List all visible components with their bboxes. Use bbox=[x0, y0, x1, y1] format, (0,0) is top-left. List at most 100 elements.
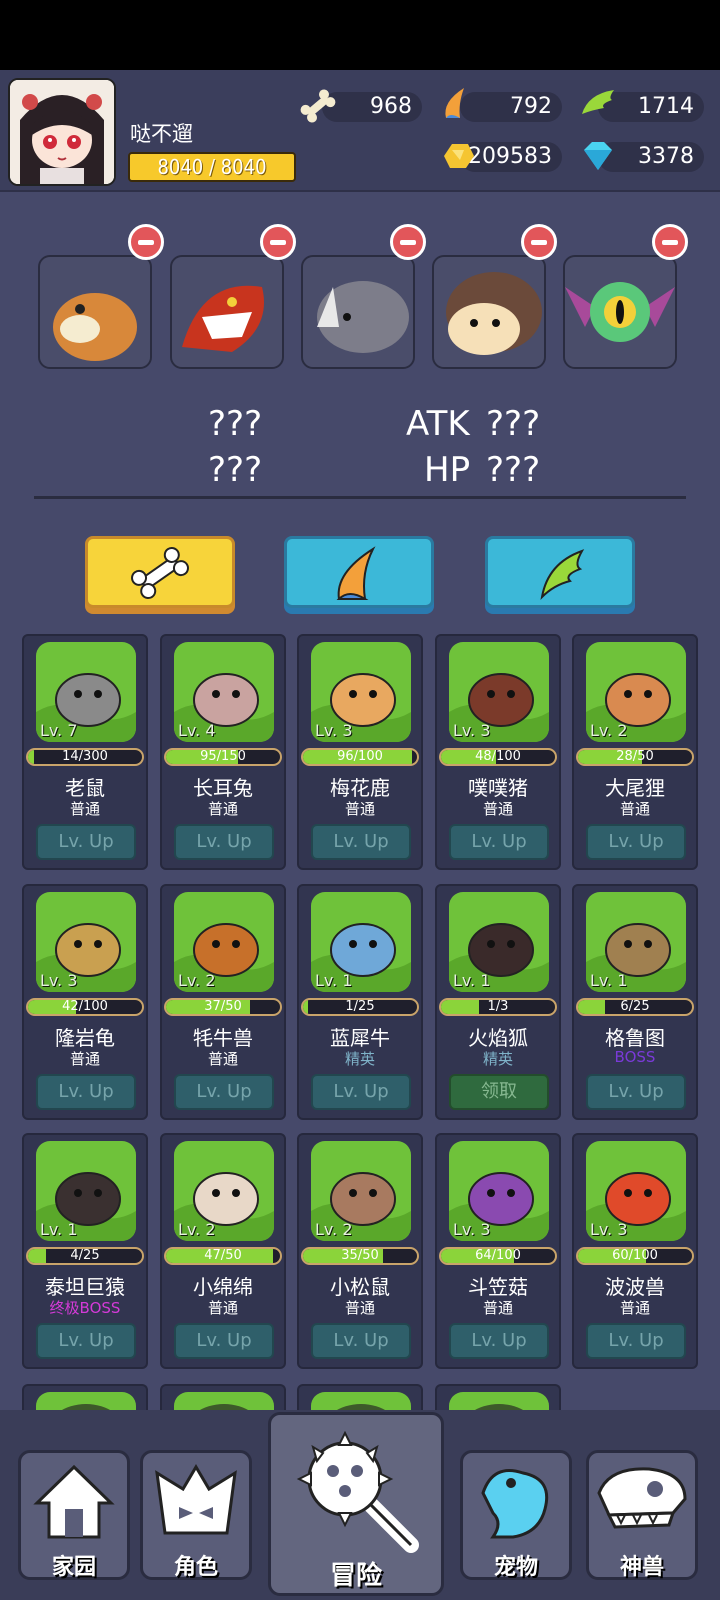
pet-xp-bar: 37/50 bbox=[164, 998, 282, 1016]
pet-card[interactable]: Lv. 4 95/150 长耳兔 普通 Lv. Up bbox=[160, 634, 286, 870]
pet-action-button[interactable]: Lv. Up bbox=[586, 1323, 686, 1359]
pet-name: 火焰狐 bbox=[468, 1026, 528, 1050]
pet-rank: 普通 bbox=[344, 1299, 375, 1317]
remove-slot-2-button[interactable] bbox=[260, 224, 296, 260]
pet-name: 老鼠 bbox=[65, 776, 105, 800]
pet-card[interactable]: Lv. 1 1/3 火焰狐 精英 领取 bbox=[435, 884, 561, 1120]
remove-slot-1-button[interactable] bbox=[128, 224, 164, 260]
pet-xp-text: 95/150 bbox=[200, 749, 246, 764]
pet-action-button[interactable]: Lv. Up bbox=[586, 824, 686, 860]
pet-action-button[interactable]: Lv. Up bbox=[174, 824, 274, 860]
pet-xp-bar: 1/3 bbox=[439, 998, 557, 1016]
pet-card[interactable]: Lv. 7 14/300 老鼠 普通 Lv. Up bbox=[22, 634, 148, 870]
pet-portrait: Lv. 4 bbox=[174, 642, 274, 742]
pet-action-button[interactable]: Lv. Up bbox=[311, 1074, 411, 1110]
team-slot-4[interactable] bbox=[432, 255, 546, 369]
player-header: 哒不遛 8040 / 8040 968 792 1714 209583 3378 bbox=[0, 70, 720, 192]
pet-action-button[interactable]: Lv. Up bbox=[586, 1074, 686, 1110]
pet-card[interactable]: Lv. 3 64/100 斗笠菇 普通 Lv. Up bbox=[435, 1133, 561, 1369]
team-slot-1[interactable] bbox=[38, 255, 152, 369]
pet-name: 泰坦巨猿 bbox=[45, 1275, 125, 1299]
pet-action-button[interactable]: Lv. Up bbox=[174, 1074, 274, 1110]
pet-action-button[interactable]: Lv. Up bbox=[36, 1074, 136, 1110]
pet-level: Lv. 7 bbox=[40, 721, 78, 740]
nav-character[interactable]: 角色 bbox=[140, 1450, 252, 1580]
pet-level: Lv. 1 bbox=[40, 1220, 78, 1239]
pet-xp-text: 64/100 bbox=[475, 1248, 521, 1263]
pet-card[interactable]: Lv. 1 6/25 格鲁图 BOSS Lv. Up bbox=[572, 884, 698, 1120]
pet-xp-text: 35/50 bbox=[341, 1248, 379, 1263]
nav-home[interactable]: 家园 bbox=[18, 1450, 130, 1580]
home-icon bbox=[33, 1464, 115, 1539]
pet-level: Lv. 3 bbox=[590, 1220, 628, 1239]
pet-xp-text: 42/100 bbox=[62, 999, 108, 1014]
pet-rank: 普通 bbox=[482, 1299, 513, 1317]
team-slot-3[interactable] bbox=[301, 255, 415, 369]
yak-pet-icon bbox=[40, 257, 150, 367]
remove-slot-3-button[interactable] bbox=[390, 224, 426, 260]
wing-icon bbox=[582, 90, 614, 114]
mace-icon bbox=[296, 1430, 419, 1553]
pet-action-button[interactable]: Lv. Up bbox=[36, 824, 136, 860]
nav-divine-beast[interactable]: 神兽 bbox=[586, 1450, 698, 1580]
pet-card[interactable]: Lv. 3 96/100 梅花鹿 普通 Lv. Up bbox=[297, 634, 423, 870]
nav-adventure[interactable]: 冒险 bbox=[268, 1412, 444, 1596]
pet-xp-bar: 95/150 bbox=[164, 748, 282, 766]
remove-slot-5-button[interactable] bbox=[652, 224, 688, 260]
wing-icon bbox=[540, 549, 585, 600]
team-slot-5[interactable] bbox=[563, 255, 677, 369]
pet-xp-text: 28/50 bbox=[616, 749, 654, 764]
pet-portrait: Lv. 3 bbox=[36, 892, 136, 992]
pet-xp-bar: 14/300 bbox=[26, 748, 144, 766]
pet-level: Lv. 2 bbox=[178, 1220, 216, 1239]
pet-card[interactable]: Lv. 1 1/25 蓝犀牛 精英 Lv. Up bbox=[297, 884, 423, 1120]
pet-rank: 普通 bbox=[344, 800, 375, 818]
bottom-nav: 家园 角色 冒险 宠物 神兽 bbox=[0, 1410, 720, 1600]
pet-name: 隆岩龟 bbox=[55, 1026, 115, 1050]
player-name: 哒不遛 bbox=[130, 122, 193, 146]
pet-card[interactable]: Lv. 2 37/50 牦牛兽 普通 Lv. Up bbox=[160, 884, 286, 1120]
pet-name: 蓝犀牛 bbox=[330, 1026, 390, 1050]
pet-rank: 普通 bbox=[207, 1299, 238, 1317]
team-slot-2[interactable] bbox=[170, 255, 284, 369]
pet-card[interactable]: Lv. 2 35/50 小松鼠 普通 Lv. Up bbox=[297, 1133, 423, 1369]
pet-action-button[interactable]: Lv. Up bbox=[449, 824, 549, 860]
pet-card[interactable]: Lv. 1 4/25 泰坦巨猿 终极BOSS Lv. Up bbox=[22, 1133, 148, 1369]
pet-action-button[interactable]: Lv. Up bbox=[174, 1323, 274, 1359]
pet-xp-bar: 60/100 bbox=[576, 1247, 694, 1265]
tab-wing[interactable] bbox=[485, 536, 635, 608]
nav-home-label: 家园 bbox=[51, 1555, 96, 1580]
pet-card[interactable]: Lv. 2 28/50 大尾狸 普通 Lv. Up bbox=[572, 634, 698, 870]
nav-pets[interactable]: 宠物 bbox=[460, 1450, 572, 1580]
nav-character-label: 角色 bbox=[173, 1555, 218, 1580]
divider bbox=[34, 496, 686, 499]
pet-card[interactable]: Lv. 3 48/100 噗噗猪 普通 Lv. Up bbox=[435, 634, 561, 870]
tab-horn[interactable] bbox=[284, 536, 434, 608]
pet-xp-bar: 4/25 bbox=[26, 1247, 144, 1265]
pet-xp-text: 14/300 bbox=[62, 749, 108, 764]
pet-action-button[interactable]: Lv. Up bbox=[311, 824, 411, 860]
stat-left-1: ??? bbox=[208, 404, 263, 444]
tab-bone[interactable] bbox=[85, 536, 235, 608]
pet-rank: 普通 bbox=[207, 1050, 238, 1068]
pet-action-button[interactable]: Lv. Up bbox=[449, 1323, 549, 1359]
hedgehog-pet-icon bbox=[434, 257, 544, 367]
pet-card[interactable]: Lv. 3 42/100 隆岩龟 普通 Lv. Up bbox=[22, 884, 148, 1120]
nav-adventure-label: 冒险 bbox=[329, 1561, 382, 1591]
pet-portrait: Lv. 2 bbox=[311, 1141, 411, 1241]
pet-rank: 普通 bbox=[69, 1050, 100, 1068]
pet-action-button[interactable]: Lv. Up bbox=[36, 1323, 136, 1359]
pet-action-button[interactable]: 领取 bbox=[449, 1074, 549, 1110]
pet-action-button[interactable]: Lv. Up bbox=[311, 1323, 411, 1359]
pet-name: 大尾狸 bbox=[605, 776, 665, 800]
helmet-icon bbox=[155, 1464, 237, 1535]
remove-slot-4-button[interactable] bbox=[521, 224, 557, 260]
nav-divine-beast-label: 神兽 bbox=[619, 1555, 664, 1580]
pet-name: 斗笠菇 bbox=[468, 1275, 528, 1299]
player-avatar[interactable] bbox=[8, 78, 116, 186]
horn-icon bbox=[336, 546, 376, 600]
pet-card[interactable]: Lv. 2 47/50 小绵绵 普通 Lv. Up bbox=[160, 1133, 286, 1369]
pet-card[interactable]: Lv. 3 60/100 波波兽 普通 Lv. Up bbox=[572, 1133, 698, 1369]
pet-xp-bar: 1/25 bbox=[301, 998, 419, 1016]
diamond-icon bbox=[584, 142, 612, 170]
